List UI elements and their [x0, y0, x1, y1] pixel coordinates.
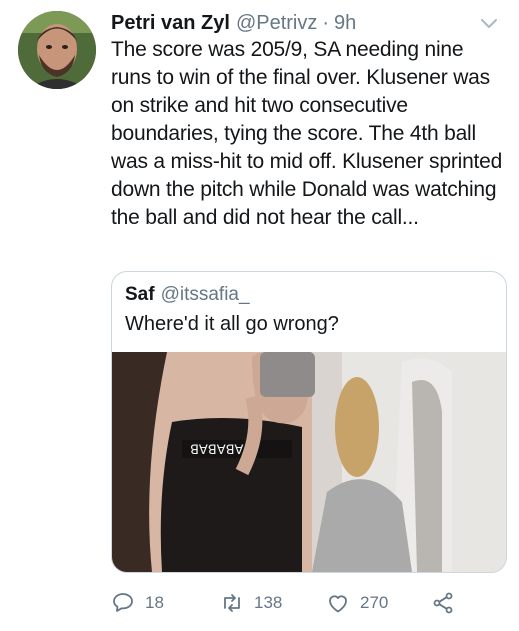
author-avatar[interactable]: [18, 11, 96, 89]
share-button[interactable]: [431, 588, 465, 618]
like-count: 270: [360, 593, 389, 612]
retweet-button[interactable]: 138: [220, 588, 282, 618]
reply-icon: [113, 593, 133, 612]
separator-dot: ·: [322, 11, 330, 34]
retweet-icon: [224, 594, 240, 612]
like-button[interactable]: 270: [326, 588, 388, 618]
quoted-tweet-photo[interactable]: ꓭꓯꓭꓯꓭꓯ: [112, 352, 506, 572]
svg-text:ꓭꓯꓭꓯꓭꓯ: ꓭꓯꓭꓯꓭꓯ: [190, 443, 244, 458]
chevron-down-icon[interactable]: [479, 15, 499, 31]
quoted-author-handle[interactable]: @itssafia_: [161, 284, 250, 306]
like-icon: [329, 595, 347, 613]
share-icon: [433, 592, 453, 614]
tweet-text: The score was 205/9, SA needing nine run…: [111, 38, 503, 229]
photo-icon: ꓭꓯꓭꓯꓭꓯ: [112, 352, 506, 572]
retweet-count: 138: [254, 593, 283, 612]
tweet-time[interactable]: 9h: [334, 12, 356, 35]
avatar-photo-icon: [18, 11, 96, 89]
quoted-tweet-header: Saf @itssafia_: [125, 284, 250, 306]
reply-button[interactable]: 18: [111, 588, 164, 618]
author-name[interactable]: Petri van Zyl: [111, 12, 230, 35]
tweet-actions: 18 138 270: [111, 588, 471, 618]
author-handle[interactable]: @Petrivz: [236, 12, 317, 35]
tweet-header: Petri van Zyl @Petrivz · 9h: [111, 8, 499, 38]
quoted-tweet-text: Where'd it all go wrong?: [125, 313, 339, 335]
reply-count: 18: [145, 593, 164, 612]
quoted-author-name[interactable]: Saf: [125, 284, 155, 306]
quoted-tweet[interactable]: Saf @itssafia_ Where'd it all go wrong? …: [111, 271, 507, 573]
